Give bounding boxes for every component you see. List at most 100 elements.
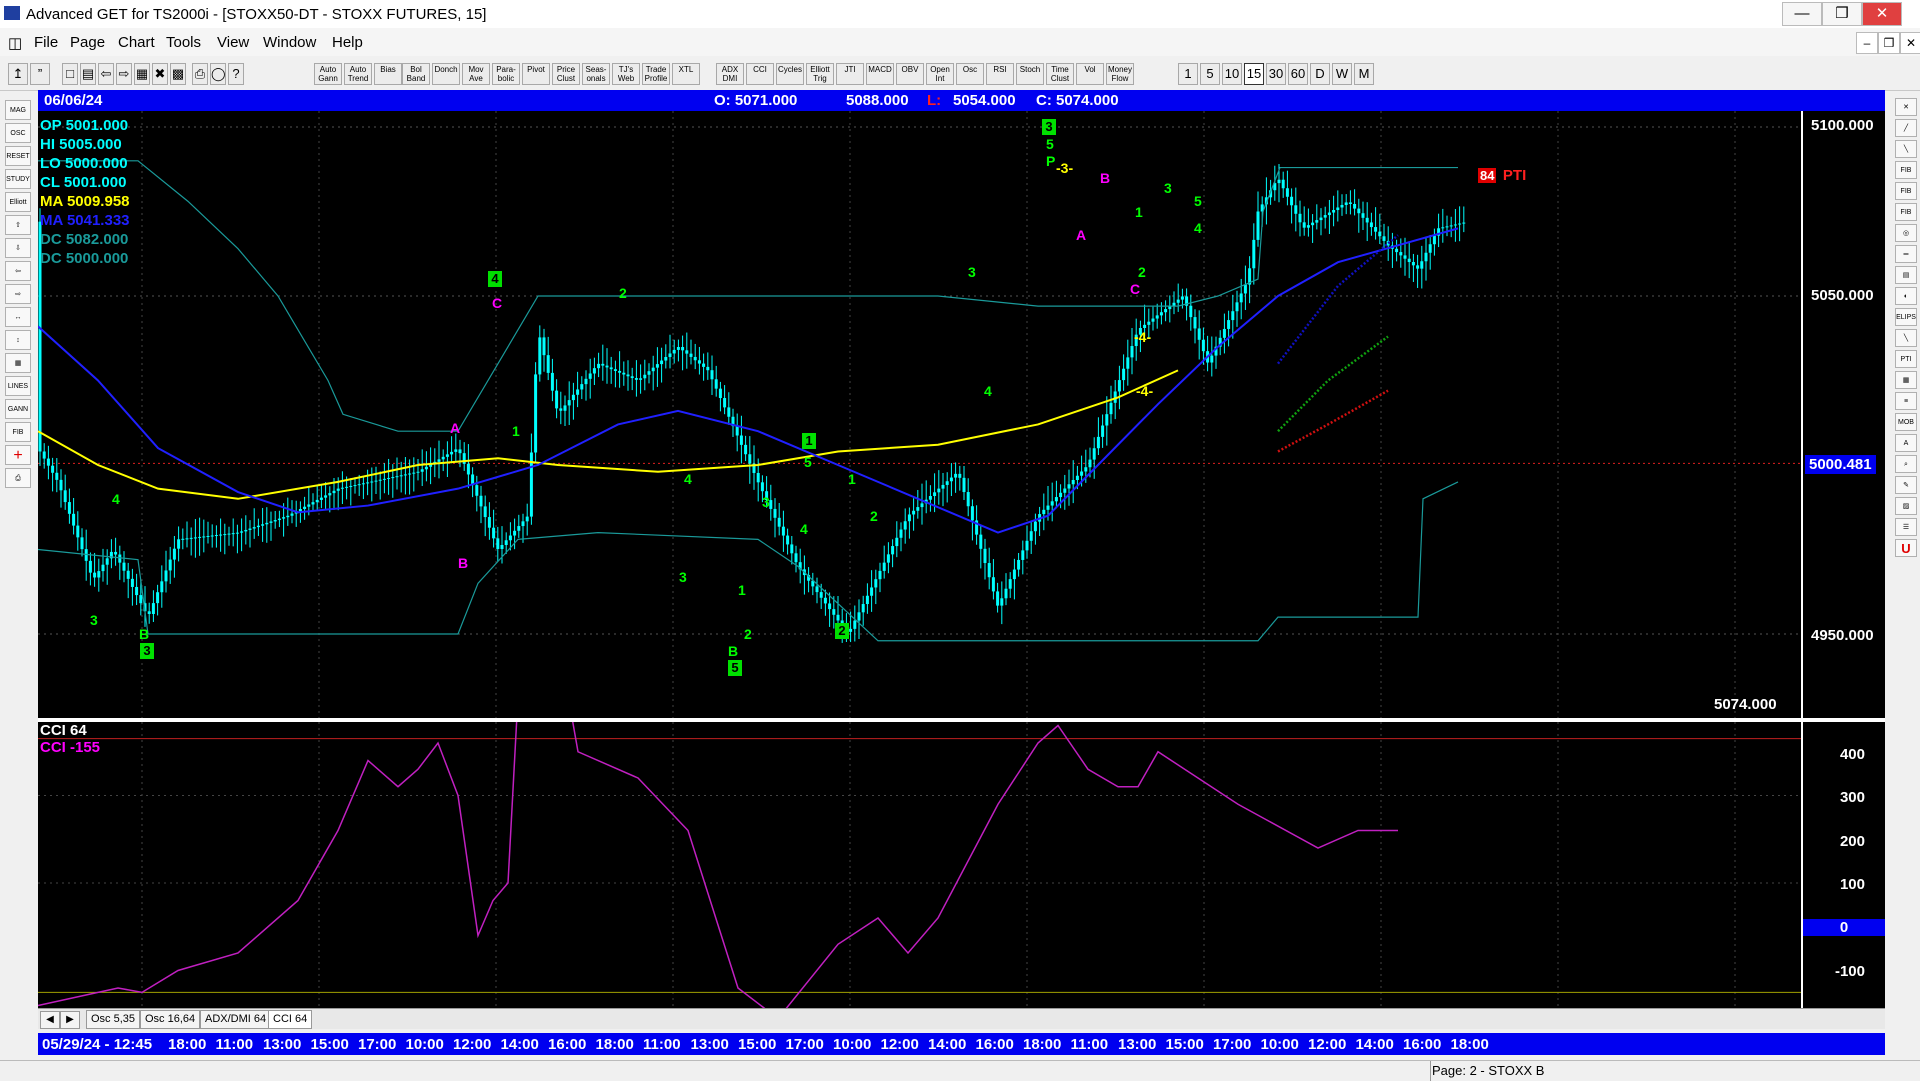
interval-m-button[interactable]: M [1354,63,1374,85]
tab-osc-16-64[interactable]: Osc 16,64 [140,1010,201,1029]
menu-window[interactable]: Window [263,34,316,51]
tab-scroll-left[interactable]: ◀ [40,1011,60,1029]
right-tool-18-icon[interactable]: ✎ [1895,476,1917,494]
toolbar-rsi-button[interactable]: RSI [986,63,1014,85]
toolbar-auto-gann-button[interactable]: Auto Gann [314,63,342,85]
toolbar-mov-ave-button[interactable]: Mov Ave [462,63,490,85]
tab-scroll-right[interactable]: ▶ [60,1011,80,1029]
toolbar-time-clust-button[interactable]: Time Clust [1046,63,1074,85]
interval-30-button[interactable]: 30 [1266,63,1286,85]
tab-osc-5-35[interactable]: Osc 5,35 [86,1010,141,1029]
back-icon[interactable]: ⇦ [98,63,114,85]
cci-pane[interactable]: CCI 64 CCI -155 [38,722,1885,1008]
grid-icon[interactable]: ▦ [134,63,150,85]
toolbar-bias-button[interactable]: Bias [374,63,402,85]
left-tool-6-icon[interactable]: ⇩ [5,238,31,258]
toolbar-price-clust-button[interactable]: Price Clust [552,63,580,85]
new-icon[interactable]: □ [62,63,78,85]
right-tool-11-icon[interactable]: ╲ [1895,329,1917,347]
right-tool-5-icon[interactable]: FIB TIME [1895,203,1917,234]
left-tool-13-icon[interactable]: GANN [5,399,31,419]
close-button[interactable]: ✕ [1862,2,1902,26]
left-tool-9-icon[interactable]: ↔ [5,307,31,327]
tab-adx-dmi-64[interactable]: ADX/DMI 64 [200,1010,272,1029]
right-tool-14-icon[interactable]: ≡ [1895,392,1917,410]
right-tool-2-icon[interactable]: ╲ [1895,140,1917,158]
pointer-icon[interactable]: ↥ [8,63,28,85]
cci-axis[interactable]: 400 300 200 100 0 -100 [1801,722,1885,1008]
right-tool-1-icon[interactable]: ╱ [1895,119,1917,137]
toolbar-macd-button[interactable]: MACD [866,63,894,85]
right-tool-16-icon[interactable]: A [1895,434,1917,452]
toolbar-elliott-trig-button[interactable]: Elliott Trig [806,63,834,85]
toolbar-open-int-button[interactable]: Open Int [926,63,954,85]
minimize-button[interactable]: — [1782,2,1822,26]
left-tool-14-icon[interactable]: FIB [5,422,31,442]
right-tool-3-icon[interactable]: FIB RET [1895,161,1917,192]
menu-file[interactable]: File [34,34,58,51]
toolbar-adx-dmi-button[interactable]: ADX DMI [716,63,744,85]
mdi-close-button[interactable]: ✕ [1900,32,1920,54]
left-tool-5-icon[interactable]: ⇧ [5,215,31,235]
right-tool-7-icon[interactable]: ═ [1895,245,1917,263]
menu-help[interactable]: Help [332,34,363,51]
toolbar-osc-button[interactable]: Osc [956,63,984,85]
lightbulb-icon[interactable]: ◯ [210,63,226,85]
left-tool-8-icon[interactable]: ⇨ [5,284,31,304]
toolbar-auto-trend-button[interactable]: Auto Trend [344,63,372,85]
mdi-restore-button[interactable]: ❒ [1878,32,1900,54]
toolbar-xtl-button[interactable]: XTL [672,63,700,85]
right-tool-12-icon[interactable]: PTI [1895,350,1917,368]
interval-15-button[interactable]: 15 [1244,63,1264,85]
interval-1-button[interactable]: 1 [1178,63,1198,85]
interval-w-button[interactable]: W [1332,63,1352,85]
right-tool-13-icon[interactable]: ▦ [1895,371,1917,389]
mdi-minimize-button[interactable]: – [1856,32,1878,54]
toolbar-stoch-button[interactable]: Stoch [1016,63,1044,85]
toolbar-para-bolic-button[interactable]: Para-bolic [492,63,520,85]
menu-chart[interactable]: Chart [118,34,155,51]
right-tool-21-icon[interactable]: U [1895,539,1917,557]
toolbar-trade-profile-button[interactable]: Trade Profile [642,63,670,85]
interval-5-button[interactable]: 5 [1200,63,1220,85]
toolbar-obv-button[interactable]: OBV [896,63,924,85]
print-icon[interactable]: ⎙ [192,63,208,85]
toolbar-pivot-button[interactable]: Pivot [522,63,550,85]
toolbar-vol-button[interactable]: Vol [1076,63,1104,85]
left-tool-10-icon[interactable]: ↕ [5,330,31,350]
left-tool-16-icon[interactable]: ⎙ [5,468,31,488]
menu-view[interactable]: View [217,34,249,51]
right-tool-17-icon[interactable]: ⌕ [1895,455,1917,473]
document-icon[interactable]: ◫ [8,34,22,52]
toolbar-jti-button[interactable]: JTI [836,63,864,85]
forward-icon[interactable]: ⇨ [116,63,132,85]
right-tool-0-icon[interactable]: ✕ [1895,98,1917,116]
left-tool-15-icon[interactable]: + [5,445,31,465]
toolbar-tj-s-web-button[interactable]: TJ's Web [612,63,640,85]
help-icon[interactable]: ? [228,63,244,85]
toolbar-bol-band-button[interactable]: Bol Band [402,63,430,85]
right-tool-6-icon[interactable]: ◎ [1895,224,1917,242]
time-axis[interactable]: 05/29/24 - 12:45 18:00 11:00 13:00 15:00 17:… [38,1033,1885,1055]
left-tool-2-icon[interactable]: RESET [5,146,31,166]
right-tool-4-icon[interactable]: FIB EXT [1895,182,1917,213]
toolbar-cci-button[interactable]: CCI [746,63,774,85]
right-tool-8-icon[interactable]: ▤ [1895,266,1917,284]
toolbar-seas-onals-button[interactable]: Seas-onals [582,63,610,85]
menu-tools[interactable]: Tools [166,34,201,51]
quote-icon[interactable]: ” [30,63,50,85]
menu-page[interactable]: Page [70,34,105,51]
right-tool-10-icon[interactable]: ELIPS [1895,308,1917,326]
right-tool-9-icon[interactable]: ◐ [1895,287,1917,305]
toolbar-cycles-button[interactable]: Cycles [776,63,804,85]
price-axis[interactable]: 5100.000 5050.000 5000.481 4950.000 [1801,111,1885,718]
left-tool-3-icon[interactable]: STUDY [5,169,31,189]
layout-icon[interactable]: ▩ [170,63,186,85]
left-tool-0-icon[interactable]: MAG [5,100,31,120]
interval-10-button[interactable]: 10 [1222,63,1242,85]
toolbar-money-flow-button[interactable]: Money Flow [1106,63,1134,85]
left-tool-4-icon[interactable]: Elliott [5,192,31,212]
left-tool-12-icon[interactable]: LINES [5,376,31,396]
right-tool-20-icon[interactable]: ☰ [1895,518,1917,536]
price-chart[interactable]: OP 5001.000 HI 5005.000 LO 5000.000 CL 5001… [38,111,1885,718]
